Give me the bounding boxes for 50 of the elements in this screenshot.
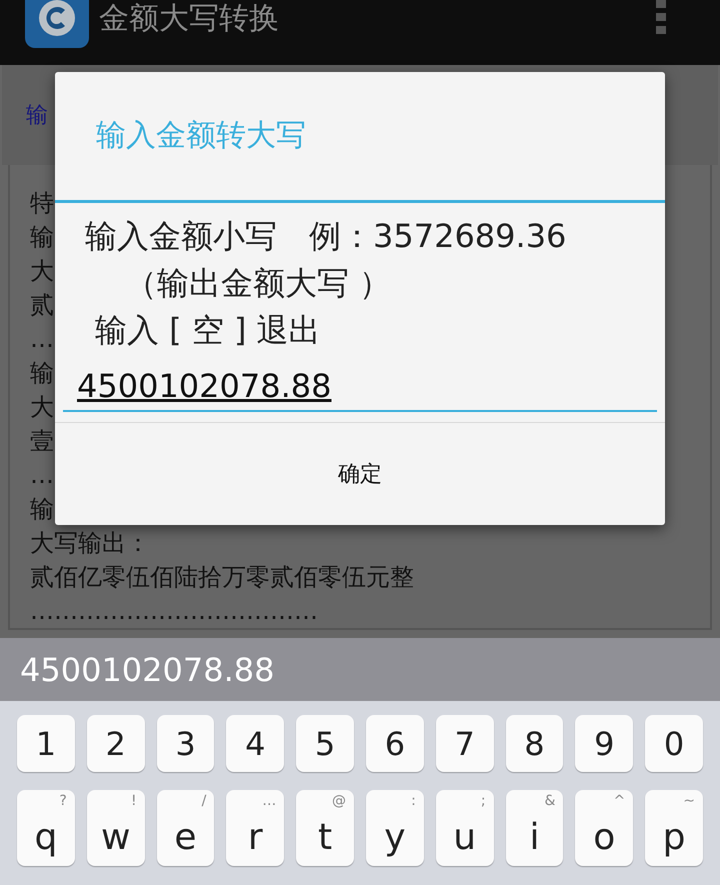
key-hint: & [544, 794, 556, 808]
dialog-title: 输入金额转大写 [96, 121, 306, 151]
key-hint: / [202, 794, 206, 808]
dialog-message: （输出金额大写 ） [124, 263, 392, 304]
output-text: 贰 [30, 293, 54, 317]
dialog-message: 输入 [ 空 ] 退出 [94, 310, 322, 351]
output-text: 贰佰亿零伍佰陆拾万零贰佰零伍元整 [30, 565, 414, 589]
app-logo-icon [25, 0, 89, 48]
key[interactable]: 5 [296, 715, 354, 772]
key[interactable]: 7 [436, 715, 494, 772]
key[interactable]: ; u [436, 790, 494, 866]
output-text: 大写输出： [30, 531, 150, 555]
key[interactable]: & i [506, 790, 564, 866]
key-hint: ! [130, 794, 137, 808]
key-hint: ^ [613, 794, 626, 808]
key[interactable]: / e [156, 790, 214, 866]
output-text: 大 [30, 259, 54, 283]
app-title: 金额大写转换 [99, 4, 279, 34]
key[interactable]: 6 [366, 715, 424, 772]
output-text: 输 [30, 225, 54, 249]
output-text: 输 [30, 497, 54, 521]
key-hint: ; [480, 794, 486, 808]
key[interactable]: ^ o [575, 790, 634, 866]
key-hint: ~ [683, 794, 695, 808]
key[interactable]: 1 [17, 715, 75, 772]
output-text: 壹 [30, 429, 54, 453]
key[interactable]: 0 [645, 715, 703, 772]
output-text: ……………………………… [30, 599, 318, 623]
key-hint: @ [332, 794, 346, 808]
key[interactable]: 3 [156, 715, 214, 772]
key[interactable]: ~ p [645, 790, 703, 866]
overflow-menu-icon[interactable] [655, 0, 667, 36]
output-text: 特 [30, 191, 54, 215]
output-text: 输 [30, 361, 54, 385]
key-hint: : [411, 794, 416, 808]
key[interactable]: ? q [17, 790, 75, 866]
key-hint: ? [59, 794, 67, 808]
key-hint: … [262, 794, 276, 808]
output-text: 大 [30, 395, 54, 419]
key[interactable]: 8 [506, 715, 564, 772]
dialog-message: 输入金额小写 例：3572689.36 [85, 216, 568, 257]
amount-input-field[interactable]: 4500102078.88 [63, 364, 657, 412]
key[interactable]: @ t [296, 790, 354, 866]
key[interactable]: 4 [226, 715, 284, 772]
key[interactable]: 2 [86, 715, 145, 772]
key[interactable]: 9 [575, 715, 634, 772]
confirm-button[interactable]: 确定 [318, 448, 402, 500]
key[interactable]: : y [366, 790, 424, 866]
key[interactable]: ! w [86, 790, 145, 866]
key[interactable]: … r [226, 790, 284, 866]
